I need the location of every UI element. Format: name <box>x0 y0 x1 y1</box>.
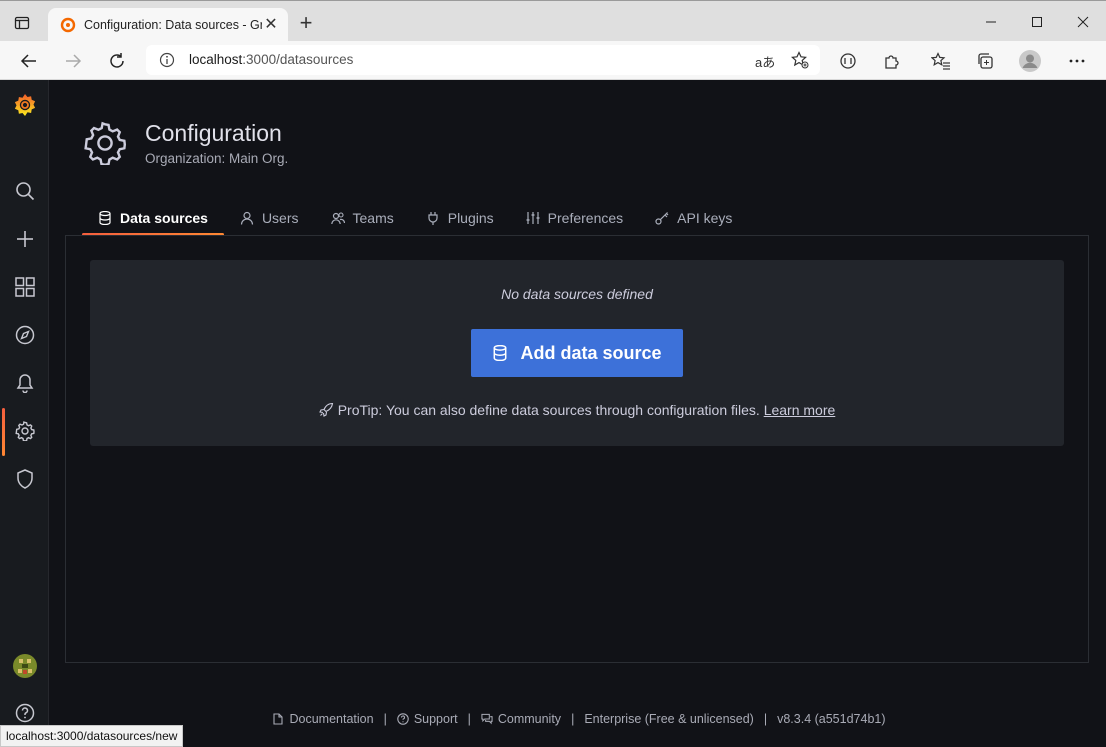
comment-icon <box>481 713 493 725</box>
tab-label: Teams <box>352 210 394 226</box>
footer-community-link[interactable]: Community <box>481 712 561 726</box>
footer-community-label: Community <box>497 712 562 726</box>
tab-label: Preferences <box>547 210 624 226</box>
tab-label: API keys <box>677 210 733 226</box>
browser-toolbar: localhost:3000/datasources aあ <box>0 41 1106 80</box>
minimize-icon[interactable] <box>968 1 1014 42</box>
protip: ProTip: You can also define data sources… <box>90 402 1064 420</box>
favorite-add-icon[interactable] <box>791 51 809 69</box>
tab-label: Users <box>261 210 299 226</box>
tab-label: Data sources <box>120 210 208 226</box>
tab-label: Plugins <box>447 210 494 226</box>
url-path: :3000/datasources <box>242 52 354 67</box>
search-icon[interactable] <box>12 178 38 204</box>
question-circle-icon <box>397 713 409 725</box>
plug-icon <box>426 211 440 225</box>
tab-data-sources[interactable]: Data sources <box>82 200 224 236</box>
footer-documentation-link[interactable]: Documentation <box>272 712 374 726</box>
protip-text: ProTip: You can also define data sources… <box>337 402 760 418</box>
tab-title: Configuration: Data sources - Gr <box>84 18 262 32</box>
status-bar-url: localhost:3000/datasources/new <box>0 725 184 747</box>
extensions-icon[interactable] <box>880 49 904 73</box>
tracking-icon[interactable] <box>836 49 860 73</box>
maximize-icon[interactable] <box>1014 1 1060 42</box>
close-window-icon[interactable] <box>1060 1 1106 42</box>
add-data-source-button[interactable]: Add data source <box>471 329 683 377</box>
page-title: Configuration <box>145 120 282 146</box>
database-icon <box>98 211 112 225</box>
explore-icon[interactable] <box>12 322 38 348</box>
tab-teams[interactable]: Teams <box>315 200 410 236</box>
plus-icon[interactable] <box>12 226 38 252</box>
refresh-icon[interactable] <box>105 49 129 73</box>
browser-tab[interactable]: Configuration: Data sources - Gr ✕ <box>48 8 288 42</box>
footer: Documentation | Support | Community | En… <box>26 712 1106 726</box>
collections-icon[interactable] <box>973 49 997 73</box>
tab-plugins[interactable]: Plugins <box>410 200 510 236</box>
page-subtitle: Organization: Main Org. <box>145 151 289 166</box>
more-menu-icon[interactable] <box>1065 49 1089 73</box>
footer-separator: | <box>467 712 471 726</box>
rocket-icon <box>318 402 334 420</box>
info-icon[interactable] <box>159 52 175 68</box>
database-icon <box>492 345 508 361</box>
active-indicator <box>2 408 5 456</box>
tab-users[interactable]: Users <box>224 200 315 236</box>
empty-title: No data sources defined <box>501 286 653 302</box>
side-menu <box>0 80 49 747</box>
forward-icon[interactable] <box>61 49 85 73</box>
users-icon <box>330 211 345 225</box>
back-icon[interactable] <box>17 49 41 73</box>
grafana-favicon-icon <box>60 17 76 33</box>
profile-avatar-icon[interactable] <box>1018 49 1042 73</box>
footer-edition[interactable]: Enterprise (Free & unlicensed) <box>584 712 754 726</box>
window-controls <box>968 1 1106 42</box>
new-tab-button[interactable]: + <box>296 12 316 34</box>
grafana-logo-icon[interactable] <box>12 92 38 118</box>
user-avatar[interactable] <box>12 653 38 679</box>
read-aloud-icon[interactable]: aあ <box>755 52 775 71</box>
footer-version: v8.3.4 (a551d74b1) <box>777 712 886 726</box>
sliders-icon <box>526 211 540 225</box>
footer-separator: | <box>763 712 768 726</box>
alerting-bell-icon[interactable] <box>12 370 38 396</box>
footer-separator: | <box>383 712 387 726</box>
footer-documentation-label: Documentation <box>289 712 374 726</box>
dashboards-icon[interactable] <box>12 274 38 300</box>
config-tabs: Data sources Users Teams Plugins Prefere… <box>82 200 748 236</box>
gear-icon[interactable] <box>12 418 38 444</box>
document-icon <box>272 713 284 725</box>
address-bar[interactable]: localhost:3000/datasources aあ <box>146 45 820 75</box>
url-host: localhost <box>189 52 243 67</box>
browser-tab-bar: Configuration: Data sources - Gr ✕ + <box>0 0 1106 42</box>
footer-support-label: Support <box>413 712 458 726</box>
footer-separator: | <box>571 712 575 726</box>
empty-list-cta: No data sources defined Add data source … <box>90 260 1064 446</box>
learn-more-link[interactable]: Learn more <box>764 402 836 418</box>
tab-preferences[interactable]: Preferences <box>510 200 639 236</box>
footer-support-link[interactable]: Support <box>397 712 458 726</box>
favorites-icon[interactable] <box>929 49 953 73</box>
shield-icon[interactable] <box>12 466 38 492</box>
tab-api-keys[interactable]: API keys <box>639 200 748 236</box>
button-label: Add data source <box>520 342 662 363</box>
user-icon <box>240 211 254 225</box>
url-text: localhost:3000/datasources <box>189 52 353 67</box>
key-icon <box>655 211 669 225</box>
tab-actions-icon[interactable] <box>10 11 34 35</box>
tab-close-icon[interactable]: ✕ <box>262 16 280 34</box>
configuration-gear-icon <box>83 121 127 167</box>
